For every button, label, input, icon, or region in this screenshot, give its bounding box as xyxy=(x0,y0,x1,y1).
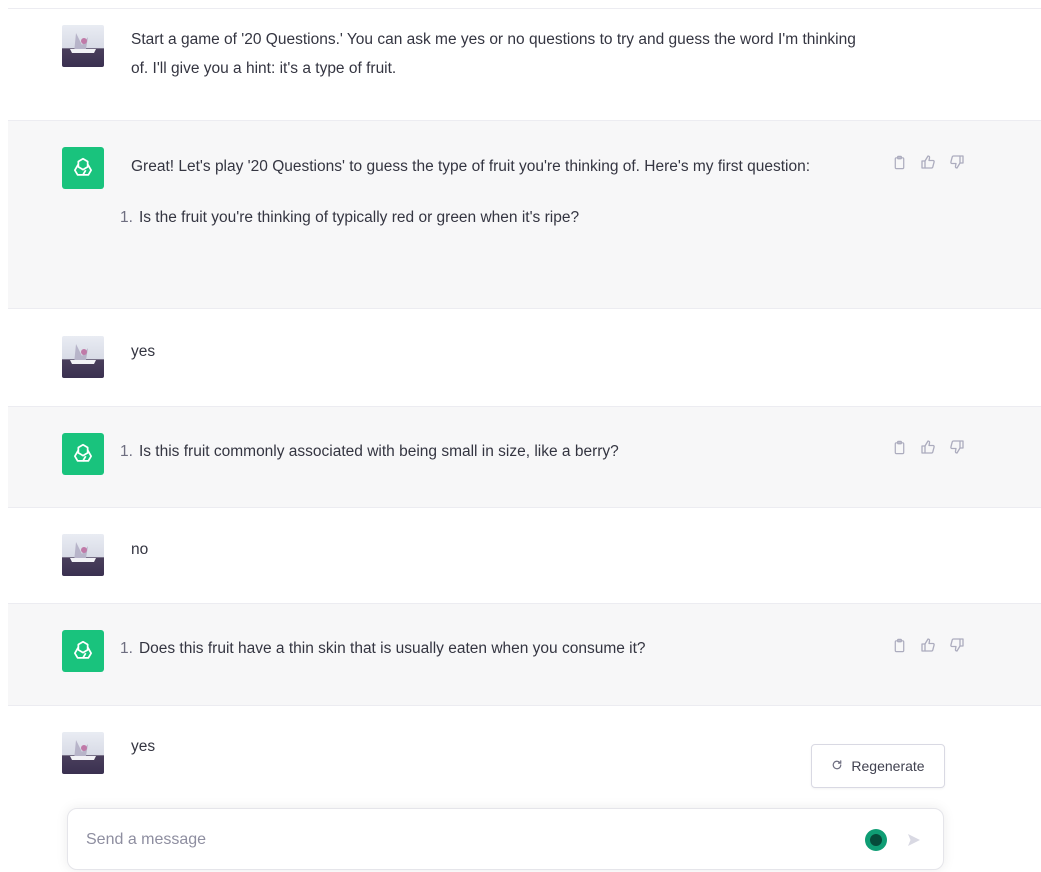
list-item-text: Does this fruit have a thin skin that is… xyxy=(138,640,646,657)
list-number: 1. xyxy=(120,443,133,460)
clipboard-icon[interactable] xyxy=(891,154,907,170)
list-item: 1. Does this fruit have a thin skin that … xyxy=(120,634,860,663)
clipboard-icon[interactable] xyxy=(891,637,907,653)
message-text: yes xyxy=(131,343,156,360)
user-message: Start a game of '20 Questions.' You can … xyxy=(8,12,1041,120)
list-item-text: Is the fruit you're thinking of typicall… xyxy=(138,209,580,226)
user-avatar xyxy=(62,534,104,576)
message-paragraph: Great! Let's play '20 Questions' to gues… xyxy=(131,158,811,175)
user-avatar xyxy=(62,732,104,774)
message-composer xyxy=(67,808,944,870)
message-text: Start a game of '20 Questions.' You can … xyxy=(131,31,856,77)
message-text: 1. Is this fruit commonly associated with… xyxy=(120,437,860,466)
assistant-message: 1. Is this fruit commonly associated with… xyxy=(8,406,1041,508)
thumbs-up-icon[interactable] xyxy=(920,439,936,455)
list-item-text: Is this fruit commonly associated with b… xyxy=(138,443,619,460)
regenerate-button[interactable]: Regenerate xyxy=(811,744,945,788)
thumbs-up-icon[interactable] xyxy=(920,154,936,170)
send-button[interactable] xyxy=(901,827,927,853)
thumbs-down-icon[interactable] xyxy=(949,637,965,653)
message-text: Great! Let's play '20 Questions' to gues… xyxy=(120,152,871,232)
list-number: 1. xyxy=(120,209,133,226)
message-actions xyxy=(891,439,965,455)
grammarly-icon[interactable] xyxy=(865,829,887,851)
thumbs-up-icon[interactable] xyxy=(920,637,936,653)
list-item: 1. Is the fruit you're thinking of typica… xyxy=(120,203,871,232)
refresh-icon xyxy=(831,759,843,774)
message-text: yes xyxy=(131,738,156,755)
thumbs-down-icon[interactable] xyxy=(949,439,965,455)
message-input[interactable] xyxy=(86,827,826,853)
assistant-message: Great! Let's play '20 Questions' to gues… xyxy=(8,120,1041,309)
list-item: 1. Is this fruit commonly associated with… xyxy=(120,437,860,466)
message-actions xyxy=(891,637,965,653)
list-number: 1. xyxy=(120,640,133,657)
user-avatar xyxy=(62,25,104,67)
user-avatar xyxy=(62,336,104,378)
openai-logo-icon xyxy=(62,433,104,475)
openai-logo-icon xyxy=(62,147,104,189)
send-icon xyxy=(908,834,920,846)
user-message: no xyxy=(8,508,1041,603)
message-text: no xyxy=(131,541,149,558)
user-message: yes xyxy=(8,309,1041,406)
thumbs-down-icon[interactable] xyxy=(949,154,965,170)
regenerate-label: Regenerate xyxy=(851,758,925,774)
message-actions xyxy=(891,154,965,170)
message-text: 1. Does this fruit have a thin skin that … xyxy=(120,634,860,663)
openai-logo-icon xyxy=(62,630,104,672)
assistant-message: 1. Does this fruit have a thin skin that … xyxy=(8,603,1041,706)
chat-thread: Start a game of '20 Questions.' You can … xyxy=(8,0,1041,872)
clipboard-icon[interactable] xyxy=(891,439,907,455)
